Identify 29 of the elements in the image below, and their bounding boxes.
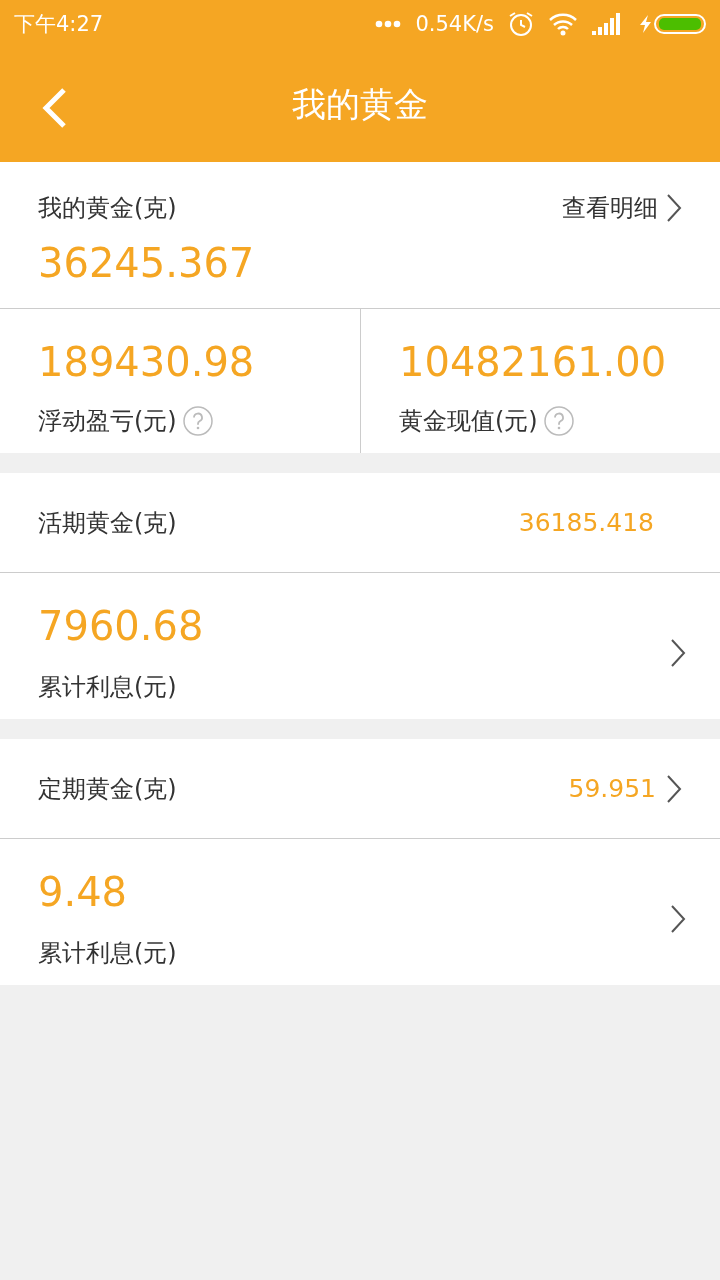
stat-value: 189430.98 [38,339,256,385]
stat-label: 浮动盈亏(元) [38,406,177,437]
holdings-amount: 36245.367 [38,240,255,286]
holdings-label: 我的黄金(克) [38,193,177,224]
help-icon[interactable] [543,406,574,436]
signal-icon [592,13,622,35]
interest-amount: 9.48 [38,869,129,915]
chevron-right-icon [670,638,686,668]
help-icon[interactable] [182,406,213,436]
status-time: 下午4:27 [14,11,104,38]
section-row[interactable]: 定期黄金(克) 59.951 [0,739,720,839]
section-value: 36185.418 [518,508,654,537]
interest-label: 累计利息(元) [38,672,177,703]
wifi-icon [548,12,578,36]
more-icon [375,20,402,28]
chevron-right-icon [666,193,682,223]
interest-label: 累计利息(元) [38,938,177,969]
chevron-right-icon [670,904,686,934]
chevron-right-icon [666,773,682,804]
section-value: 59.951 [568,774,656,803]
page-title: 我的黄金 [292,83,428,126]
section-label: 活期黄金(克) [38,507,177,539]
interest-amount: 7960.68 [38,603,205,649]
stat-value: 10482161.00 [399,339,668,385]
section-label: 定期黄金(克) [38,773,177,805]
alarm-icon [508,11,534,37]
stat-label: 黄金现值(元) [399,406,538,437]
view-details-link[interactable]: 查看明细 [562,192,682,224]
network-speed: 0.54K/s [415,12,494,36]
